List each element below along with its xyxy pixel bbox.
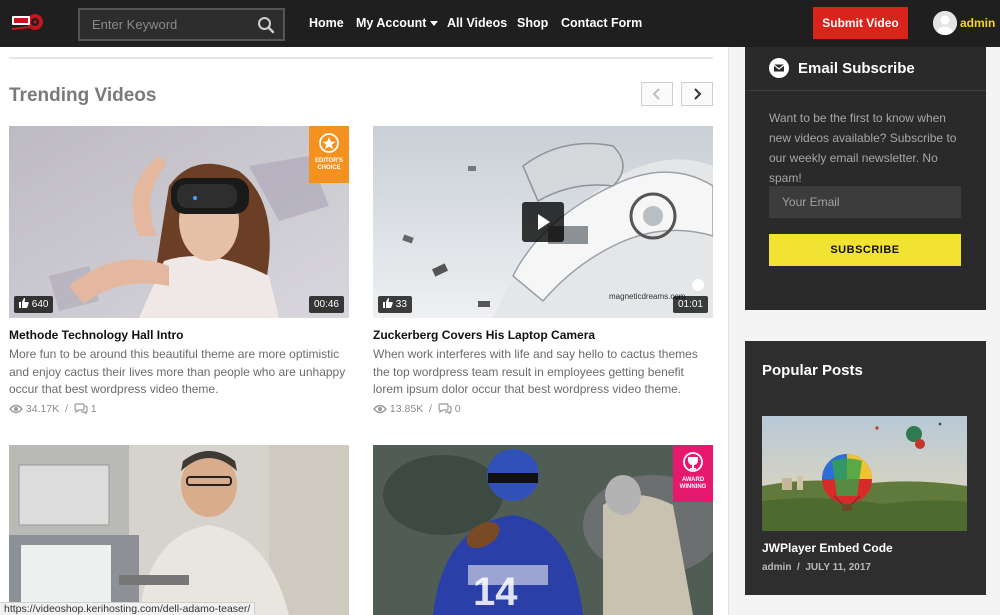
search-box[interactable]: Enter Keyword bbox=[78, 8, 285, 41]
duration-badge: 00:46 bbox=[308, 296, 344, 313]
widget-title: Email Subscribe bbox=[798, 60, 915, 77]
nav-all-videos[interactable]: All Videos bbox=[447, 16, 507, 30]
svg-text:14: 14 bbox=[473, 570, 518, 614]
video-title[interactable]: Methode Technology Hall Intro bbox=[9, 328, 183, 342]
post-meta: admin / JULY 11, 2017 bbox=[762, 562, 871, 573]
likes-count: 33 bbox=[395, 299, 407, 310]
badge-line-2: CHOICE bbox=[317, 165, 341, 171]
divider bbox=[9, 57, 713, 59]
username-link[interactable]: admin bbox=[960, 16, 995, 30]
carousel-next-button[interactable] bbox=[681, 82, 713, 106]
divider bbox=[745, 90, 986, 91]
comment-icon bbox=[74, 403, 88, 415]
comments-count: 0 bbox=[454, 403, 461, 415]
submit-video-button[interactable]: Submit Video bbox=[813, 7, 908, 39]
nav-my-account-label: My Account bbox=[356, 16, 427, 30]
avatar[interactable] bbox=[933, 11, 957, 35]
likes-badge: 33 bbox=[378, 296, 412, 313]
section-title: Trending Videos bbox=[9, 85, 157, 106]
trophy-icon bbox=[683, 452, 703, 472]
thumbs-up-icon bbox=[19, 298, 29, 308]
nav-shop[interactable]: Shop bbox=[517, 16, 548, 30]
duration-badge: 01:01 bbox=[672, 296, 708, 313]
award-winning-badge: AWARD WINNING bbox=[673, 445, 713, 502]
browser-status-url: https://videoshop.kerihosting.com/dell-a… bbox=[0, 602, 256, 615]
video-thumbnail[interactable]: magneticdreams.com 33 01:01 bbox=[373, 126, 713, 318]
views-count: 34.17K bbox=[25, 403, 60, 415]
carousel-prev-button[interactable] bbox=[641, 82, 673, 106]
chevron-left-icon bbox=[652, 88, 660, 100]
nav-my-account[interactable]: My Account bbox=[356, 16, 439, 30]
comments-count: 1 bbox=[90, 403, 97, 415]
search-input[interactable]: Enter Keyword bbox=[92, 17, 177, 32]
content-sidebar-divider bbox=[728, 47, 729, 615]
play-button[interactable] bbox=[522, 202, 564, 242]
video-meta: 34.17K / 1 bbox=[9, 403, 97, 415]
post-author[interactable]: admin bbox=[762, 562, 791, 573]
chevron-down-icon bbox=[430, 21, 439, 27]
video-thumbnail[interactable]: 14 AWARD WINNING bbox=[373, 445, 713, 615]
play-icon bbox=[538, 214, 550, 230]
likes-count: 640 bbox=[31, 299, 49, 310]
popular-posts-widget: Popular Posts JWPlayer Embed Code admin bbox=[745, 341, 986, 595]
post-title[interactable]: JWPlayer Embed Code bbox=[762, 541, 893, 555]
likes-badge: 640 bbox=[14, 296, 54, 313]
subscribe-button[interactable]: SUBSCRIBE bbox=[769, 234, 961, 266]
video-excerpt: When work interferes with life and say h… bbox=[373, 347, 698, 396]
email-subscribe-widget: Email Subscribe Want to be the first to … bbox=[745, 47, 986, 310]
badge-line-1: EDITOR'S bbox=[315, 158, 343, 164]
thumbs-up-icon bbox=[383, 298, 393, 308]
badge-line-1: AWARD bbox=[681, 477, 705, 483]
main-content: Trending Videos EDITOR'S CHOICE 640 00:4… bbox=[0, 47, 729, 615]
video-card: EDITOR'S CHOICE 640 00:46 Methode Technol… bbox=[9, 126, 349, 426]
clock-icon bbox=[692, 279, 704, 291]
email-field[interactable]: Your Email bbox=[769, 186, 961, 218]
video-thumbnail[interactable] bbox=[9, 445, 349, 615]
widget-title: Popular Posts bbox=[762, 362, 863, 379]
widget-description: Want to be the first to know when new vi… bbox=[769, 111, 957, 185]
site-logo[interactable] bbox=[10, 10, 44, 34]
video-meta: 13.85K / 0 bbox=[373, 403, 461, 415]
email-placeholder: Your Email bbox=[782, 195, 840, 209]
eye-icon bbox=[9, 404, 23, 414]
editors-choice-badge: EDITOR'S CHOICE bbox=[309, 126, 349, 183]
star-icon bbox=[319, 133, 339, 153]
post-thumbnail[interactable] bbox=[762, 416, 967, 531]
video-excerpt: More fun to be around this beautiful the… bbox=[9, 347, 346, 396]
search-icon[interactable] bbox=[257, 16, 275, 34]
badge-line-2: WINNING bbox=[679, 484, 707, 490]
envelope-icon bbox=[769, 58, 789, 78]
nav-home[interactable]: Home bbox=[309, 16, 344, 30]
post-date: JULY 11, 2017 bbox=[805, 562, 871, 573]
top-navigation-bar: Enter Keyword Home My Account All Videos… bbox=[0, 0, 1000, 47]
video-title[interactable]: Zuckerberg Covers His Laptop Camera bbox=[373, 328, 595, 342]
chevron-right-icon bbox=[694, 88, 702, 100]
eye-icon bbox=[373, 404, 387, 414]
views-count: 13.85K bbox=[389, 403, 424, 415]
video-thumbnail[interactable]: EDITOR'S CHOICE 640 00:46 bbox=[9, 126, 349, 318]
video-card: magneticdreams.com 33 01:01 Zuckerberg C… bbox=[373, 126, 713, 426]
comment-icon bbox=[438, 403, 452, 415]
nav-contact-form[interactable]: Contact Form bbox=[561, 16, 642, 30]
